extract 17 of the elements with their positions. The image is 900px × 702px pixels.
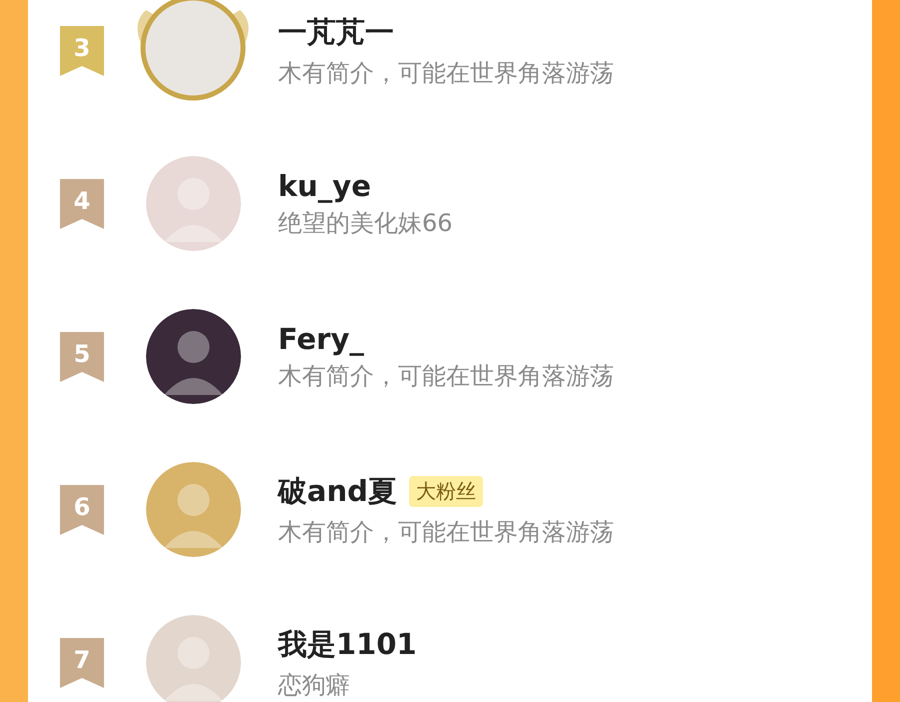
user-name[interactable]: 一芃芃一: [278, 12, 394, 52]
rank-badge: 4: [60, 178, 104, 228]
user-bio: 绝望的美化妹66: [278, 208, 453, 238]
user-bio: 恋狗癖: [278, 670, 351, 700]
avatar-photo-placeholder[interactable]: [146, 309, 240, 404]
user-bio: 木有简介，可能在世界角落游荡: [278, 516, 614, 548]
user-bio: 木有简介，可能在世界角落游荡: [278, 360, 614, 392]
fan-badge: 大粉丝: [408, 476, 483, 507]
user-bio: 木有简介，可能在世界角落游荡: [278, 58, 614, 88]
rank-badge: 7: [60, 638, 104, 688]
user-name[interactable]: 我是1101: [278, 624, 417, 664]
rank-badge: 3: [60, 26, 104, 76]
rank-badge: 5: [60, 332, 104, 382]
user-name[interactable]: 破and夏: [278, 472, 397, 512]
rank-badge: 6: [60, 484, 104, 534]
user-name[interactable]: ku_ye: [278, 168, 372, 202]
user-name[interactable]: Fery_: [278, 322, 364, 356]
